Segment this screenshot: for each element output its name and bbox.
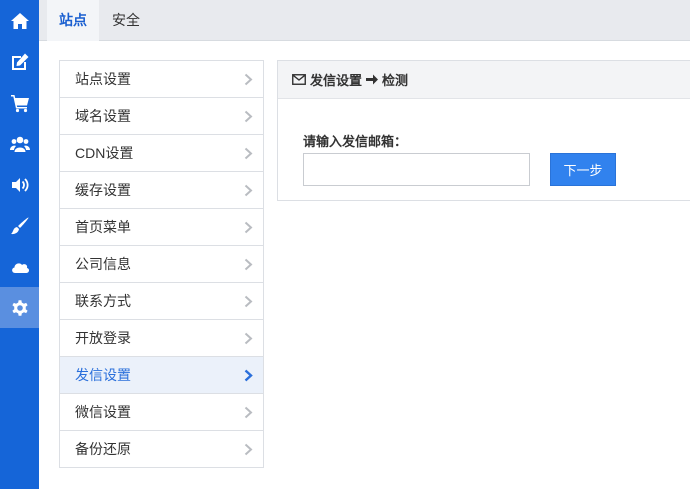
menu-item-backup-restore[interactable]: 备份还原 [60,431,263,468]
home-icon [10,12,29,29]
tab-security[interactable]: 安全 [111,0,141,41]
tab-site[interactable]: 站点 [47,0,99,41]
menu-item-label: 备份还原 [75,441,131,457]
menu-item-label: 发信设置 [75,367,131,383]
mail-settings-panel: 发信设置 检测 请输入发信邮箱： 下一步 [277,60,690,201]
rail-settings[interactable] [0,287,39,328]
gear-icon [11,299,28,316]
menu-item-label: 域名设置 [75,108,131,124]
top-tab-bar: 站点 安全 [39,0,690,41]
chevron-right-icon [244,443,253,456]
chevron-right-icon [244,295,253,308]
menu-item-wechat-settings[interactable]: 微信设置 [60,394,263,431]
brush-icon [10,216,29,234]
panel-subtitle: 检测 [382,73,409,88]
chevron-right-icon [244,369,253,382]
menu-item-label: 联系方式 [75,293,131,309]
arrow-right-icon [366,74,379,85]
icon-rail [0,0,39,489]
rail-users[interactable] [0,123,39,164]
menu-item-label: 首页菜单 [75,219,131,235]
menu-item-label: 开放登录 [75,330,131,346]
next-step-button[interactable]: 下一步 [550,153,616,186]
menu-item-cdn-settings[interactable]: CDN设置 [60,135,263,172]
menu-item-contact[interactable]: 联系方式 [60,283,263,320]
menu-item-domain-settings[interactable]: 域名设置 [60,98,263,135]
volume-icon [11,177,29,192]
chevron-right-icon [244,332,253,345]
chevron-right-icon [244,406,253,419]
envelope-icon [292,74,306,85]
chevron-right-icon [244,73,253,86]
rail-cart[interactable] [0,82,39,123]
chevron-right-icon [244,221,253,234]
menu-item-label: 站点设置 [75,71,131,87]
chevron-right-icon [244,184,253,197]
menu-item-label: CDN设置 [75,145,134,161]
rail-brush[interactable] [0,205,39,246]
rail-volume[interactable] [0,164,39,205]
menu-item-home-menu[interactable]: 首页菜单 [60,209,263,246]
edit-icon [11,53,28,70]
settings-menu: 站点设置 域名设置 CDN设置 缓存设置 首页菜单 公司信息 联系方式 开放登录… [59,60,264,468]
menu-item-cache-settings[interactable]: 缓存设置 [60,172,263,209]
cloud-icon [11,262,29,273]
menu-item-mail-settings[interactable]: 发信设置 [60,357,263,394]
users-icon [9,136,30,152]
chevron-right-icon [244,110,253,123]
chevron-right-icon [244,147,253,160]
rail-home[interactable] [0,0,39,41]
menu-item-label: 缓存设置 [75,182,131,198]
cart-icon [10,94,29,112]
rail-cloud[interactable] [0,246,39,287]
menu-item-label: 公司信息 [75,256,131,272]
email-field-label: 请输入发信邮箱： [303,134,408,149]
panel-header: 发信设置 检测 [278,61,690,99]
chevron-right-icon [244,258,253,271]
email-field[interactable] [303,153,530,186]
menu-item-company-info[interactable]: 公司信息 [60,246,263,283]
panel-title: 发信设置 [310,73,363,88]
menu-item-open-login[interactable]: 开放登录 [60,320,263,357]
menu-item-label: 微信设置 [75,404,131,420]
menu-item-site-settings[interactable]: 站点设置 [60,61,263,98]
rail-edit[interactable] [0,41,39,82]
